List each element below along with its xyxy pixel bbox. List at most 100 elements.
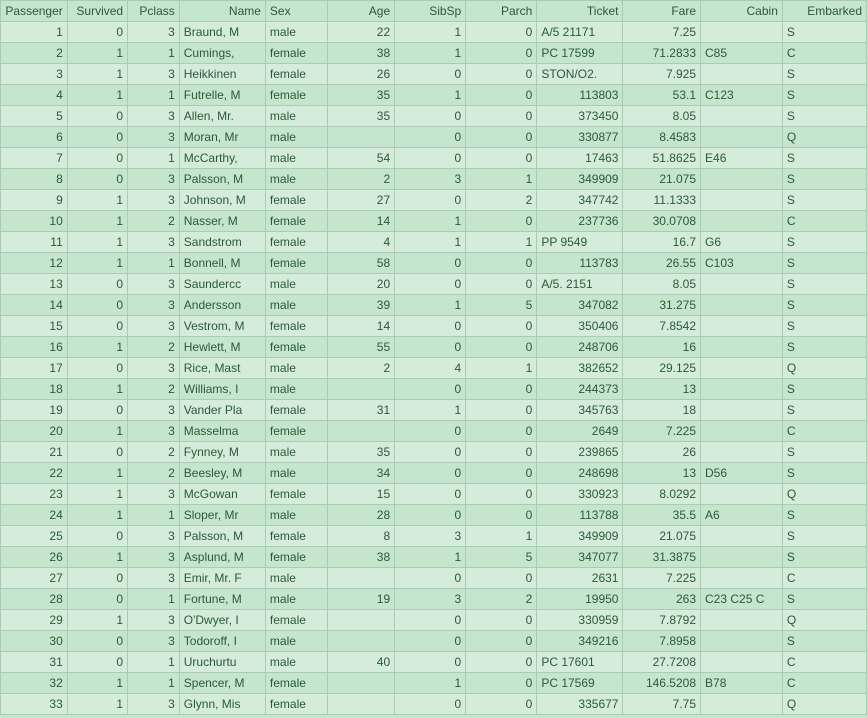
cell: 1 — [67, 463, 127, 484]
cell: 23 — [1, 484, 68, 505]
cell: 1 — [67, 64, 127, 85]
cell: 39 — [328, 295, 395, 316]
cell: 1 — [395, 85, 466, 106]
cell: O'Dwyer, I — [179, 610, 265, 631]
cell: 19 — [328, 589, 395, 610]
col-header-cabin: Cabin — [701, 1, 783, 22]
cell: 3 — [128, 295, 180, 316]
cell: Fynney, M — [179, 442, 265, 463]
cell: A/5 21171 — [537, 22, 623, 43]
cell: 237736 — [537, 211, 623, 232]
cell: 0 — [395, 253, 466, 274]
cell: 7.925 — [623, 64, 701, 85]
table-row: 1612Hewlett, Mfemale550024870616S — [1, 337, 867, 358]
cell: 0 — [466, 316, 537, 337]
table-row: 1113Sandstromfemale411PP 954916.7G6S — [1, 232, 867, 253]
cell: 0 — [395, 631, 466, 652]
cell: 3 — [128, 64, 180, 85]
cell: 3 — [128, 358, 180, 379]
cell: Nasser, M — [179, 211, 265, 232]
table-body: 103Braund, Mmale2210A/5 211717.25S211Cum… — [1, 22, 867, 715]
cell: female — [265, 694, 327, 715]
table-row: 1903Vander Plafemale311034576318S — [1, 400, 867, 421]
table-row: 2013Masselmafemale0026497.225C — [1, 421, 867, 442]
cell: 0 — [466, 484, 537, 505]
cell: Fortune, M — [179, 589, 265, 610]
cell: 0 — [466, 505, 537, 526]
cell: 19 — [1, 400, 68, 421]
cell: 1 — [128, 673, 180, 694]
cell: 24 — [1, 505, 68, 526]
col-header-survived: Survived — [67, 1, 127, 22]
cell: C — [782, 211, 866, 232]
cell — [328, 127, 395, 148]
cell: 2 — [1, 43, 68, 64]
cell: 0 — [466, 211, 537, 232]
cell: PC 17569 — [537, 673, 623, 694]
cell: female — [265, 547, 327, 568]
cell: S — [782, 505, 866, 526]
cell: 0 — [67, 400, 127, 421]
cell: 0 — [395, 379, 466, 400]
cell: 55 — [328, 337, 395, 358]
cell: 0 — [395, 421, 466, 442]
cell: 34 — [328, 463, 395, 484]
cell: 0 — [67, 274, 127, 295]
cell: 248698 — [537, 463, 623, 484]
col-header-passenger: Passenger — [1, 1, 68, 22]
cell: 350406 — [537, 316, 623, 337]
cell: 0 — [67, 169, 127, 190]
cell: male — [265, 589, 327, 610]
cell: 0 — [67, 442, 127, 463]
cell — [701, 211, 783, 232]
cell: male — [265, 631, 327, 652]
cell: male — [265, 274, 327, 295]
cell: 35.5 — [623, 505, 701, 526]
cell: Q — [782, 694, 866, 715]
cell: 2 — [466, 589, 537, 610]
cell: 27 — [1, 568, 68, 589]
cell: 345763 — [537, 400, 623, 421]
cell: 0 — [395, 127, 466, 148]
table-row: 2801Fortune, Mmale193219950263C23 C25 CS — [1, 589, 867, 610]
cell: 5 — [466, 547, 537, 568]
cell: 0 — [395, 106, 466, 127]
cell: Cumings, — [179, 43, 265, 64]
cell: 1 — [395, 673, 466, 694]
cell: female — [265, 316, 327, 337]
cell: 1 — [466, 526, 537, 547]
table-row: 1303Saunderccmale2000A/5. 21518.05S — [1, 274, 867, 295]
cell: male — [265, 652, 327, 673]
cell: 2 — [128, 442, 180, 463]
cell: 1 — [466, 169, 537, 190]
cell: C — [782, 652, 866, 673]
cell: PP 9549 — [537, 232, 623, 253]
cell — [701, 379, 783, 400]
table-row: 3003Todoroff, Imale003492167.8958S — [1, 631, 867, 652]
cell: 0 — [67, 568, 127, 589]
cell: S — [782, 232, 866, 253]
cell: 2649 — [537, 421, 623, 442]
cell: 7.25 — [623, 22, 701, 43]
cell: 239865 — [537, 442, 623, 463]
cell: 30 — [1, 631, 68, 652]
cell: 1 — [128, 253, 180, 274]
cell: 28 — [1, 589, 68, 610]
cell: Emir, Mr. F — [179, 568, 265, 589]
cell: S — [782, 22, 866, 43]
cell: 7 — [1, 148, 68, 169]
cell: S — [782, 169, 866, 190]
cell — [701, 442, 783, 463]
cell: 21 — [1, 442, 68, 463]
cell: male — [265, 442, 327, 463]
table-row: 2212Beesley, Mmale340024869813D56S — [1, 463, 867, 484]
cell: S — [782, 463, 866, 484]
cell: 0 — [67, 22, 127, 43]
cell: 20 — [328, 274, 395, 295]
cell: 8.0292 — [623, 484, 701, 505]
cell: 3 — [128, 400, 180, 421]
cell: Asplund, M — [179, 547, 265, 568]
cell: female — [265, 337, 327, 358]
table-row: 211Cumings, female3810PC 1759971.2833C85… — [1, 43, 867, 64]
cell: 5 — [466, 295, 537, 316]
